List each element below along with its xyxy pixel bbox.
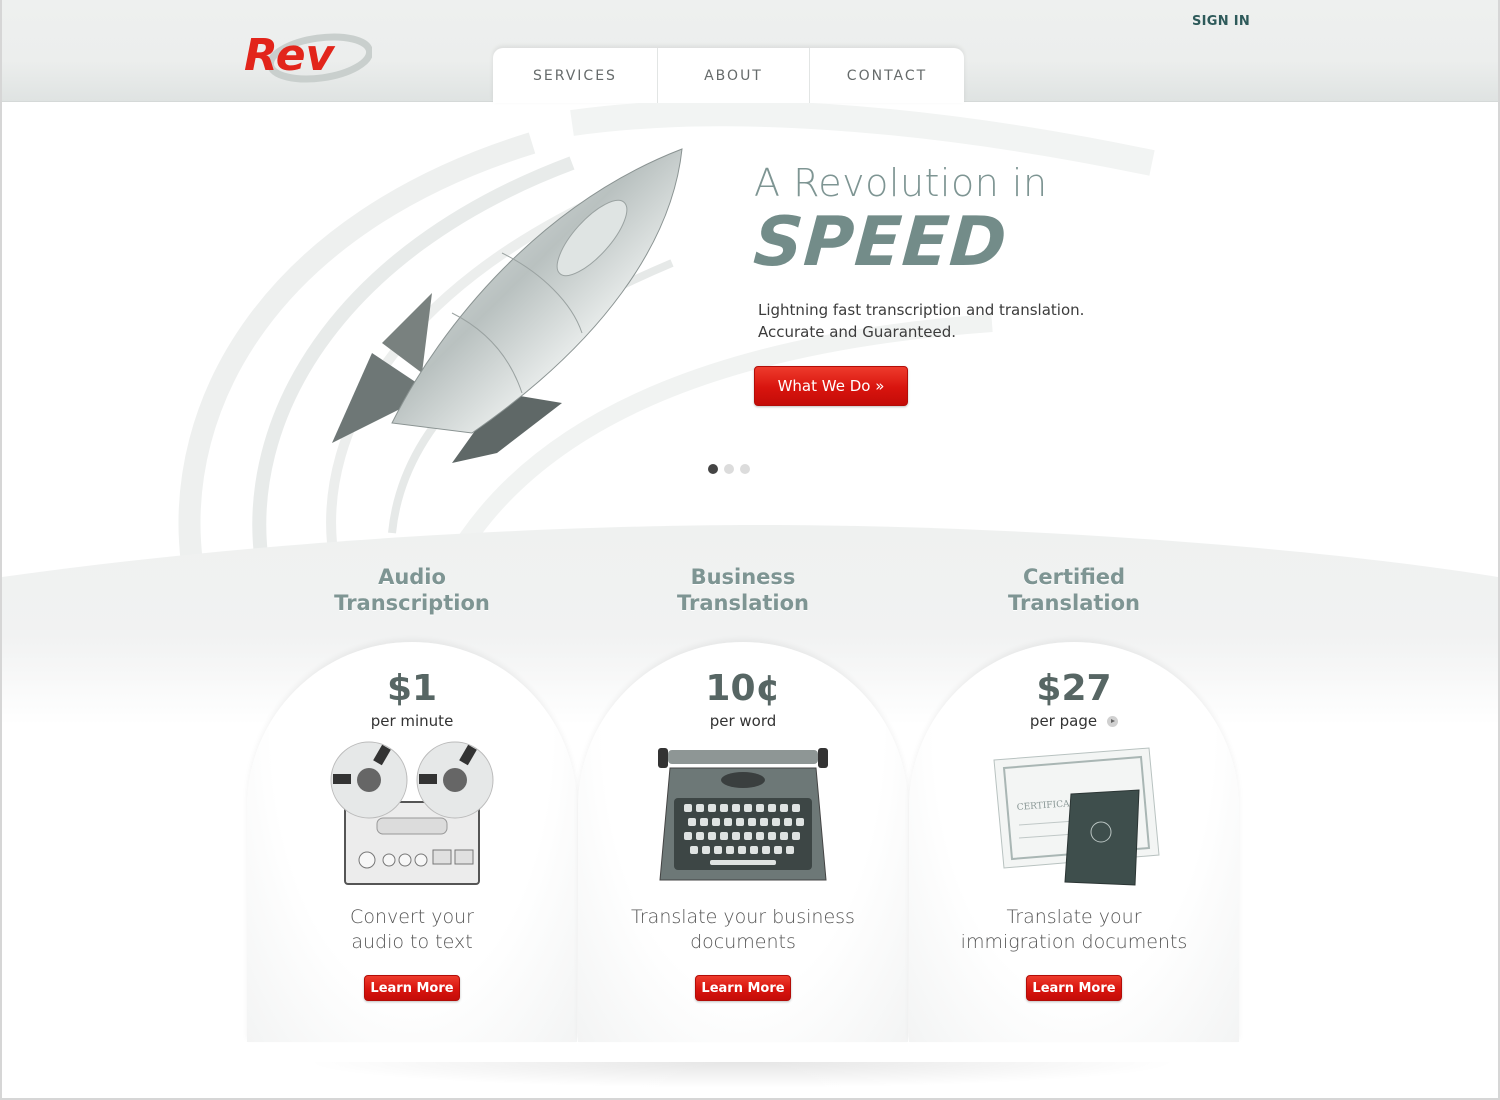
- header: Rev SIGN IN SERVICES ABOUT CONTACT: [2, 0, 1498, 103]
- service-description-line1: Translate your: [1006, 906, 1142, 928]
- service-title-line1: Certified: [1022, 565, 1126, 589]
- hero-title-line1: A Revolution in: [754, 161, 1048, 205]
- service-description-line2: immigration documents: [960, 931, 1188, 953]
- service-title-line2: Translation: [677, 591, 809, 615]
- services-section: Audio Transcription $1 per minute Conver…: [2, 560, 1498, 1080]
- carousel-dots: [708, 464, 750, 474]
- carousel-dot-3[interactable]: [740, 464, 750, 474]
- nav-services[interactable]: SERVICES: [493, 48, 658, 103]
- service-title: Business Translation: [578, 564, 908, 616]
- hero-subtitle-line1: Lightning fast transcription and transla…: [758, 301, 1085, 319]
- reel-to-reel-recorder-image: [317, 740, 507, 890]
- service-card-audio-transcription: Audio Transcription $1 per minute Conver…: [247, 560, 577, 1042]
- service-description-line2: audio to text: [351, 931, 473, 953]
- rev-logo[interactable]: Rev: [242, 28, 374, 84]
- service-title-line2: Translation: [1008, 591, 1140, 615]
- sign-in-link[interactable]: SIGN IN: [1192, 14, 1250, 29]
- carousel-dot-1[interactable]: [708, 464, 718, 474]
- service-description: Translate your business documents: [578, 905, 908, 955]
- service-title-line1: Business: [690, 565, 796, 589]
- hero-title-speed: SPEED: [751, 203, 1010, 282]
- service-unit: per word: [709, 712, 777, 730]
- service-title-line2: Transcription: [334, 591, 490, 615]
- what-we-do-button[interactable]: What We Do »: [754, 366, 908, 406]
- service-unit-text: per page: [1029, 712, 1098, 730]
- service-description: Translate your immigration documents: [909, 905, 1239, 955]
- service-price: $1: [386, 668, 438, 709]
- service-title: Certified Translation: [909, 564, 1239, 616]
- nav-contact[interactable]: CONTACT: [810, 48, 964, 103]
- service-price: $27: [1036, 668, 1112, 709]
- service-unit: per page: [909, 712, 1239, 730]
- service-title: Audio Transcription: [247, 564, 577, 616]
- service-unit: per minute: [370, 712, 454, 730]
- service-card-business-translation: Business Translation 10¢ per word Transl…: [578, 560, 908, 1042]
- svg-text:Rev: Rev: [244, 30, 336, 81]
- learn-more-button[interactable]: Learn More: [695, 975, 791, 1001]
- service-title-line1: Audio: [378, 565, 446, 589]
- learn-more-button[interactable]: Learn More: [364, 975, 460, 1001]
- hero-subtitle-line2: Accurate and Guaranteed.: [758, 323, 957, 341]
- service-description-line1: Convert your: [350, 906, 474, 928]
- rev-logo-icon: Rev: [244, 30, 374, 83]
- page: Rev SIGN IN SERVICES ABOUT CONTACT A Rev…: [2, 0, 1498, 1098]
- service-description-line1: Translate your business: [631, 906, 855, 928]
- certificate-and-passport-image: CERTIFICADO: [979, 740, 1169, 890]
- rocket-illustration: [332, 148, 683, 463]
- service-description-line2: documents: [690, 931, 796, 953]
- carousel-dot-2[interactable]: [724, 464, 734, 474]
- learn-more-button[interactable]: Learn More: [1026, 975, 1122, 1001]
- hero-subtitle: Lightning fast transcription and transla…: [758, 299, 1138, 343]
- service-card-certified-translation: Certified Translation $27 per page CERTI…: [909, 560, 1239, 1042]
- main-nav: SERVICES ABOUT CONTACT: [493, 48, 964, 103]
- service-description: Convert your audio to text: [247, 905, 577, 955]
- hero-slider: A Revolution in SPEED Lightning fast tra…: [2, 103, 1498, 563]
- service-price: 10¢: [705, 668, 781, 709]
- typewriter-image: [648, 740, 838, 890]
- footer-shadow: [302, 1062, 1182, 1088]
- nav-about[interactable]: ABOUT: [658, 48, 810, 103]
- play-info-icon[interactable]: [1107, 716, 1119, 727]
